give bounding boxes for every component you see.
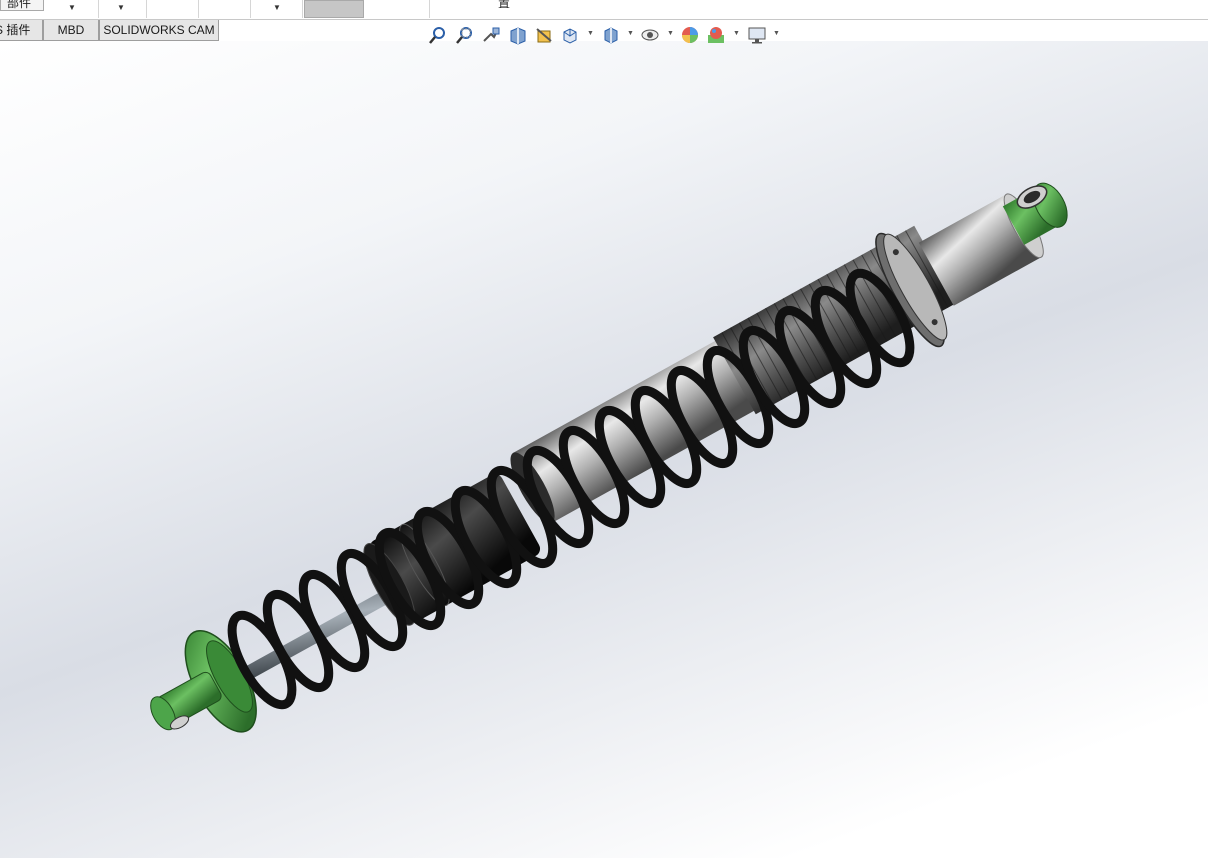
ribbon-dropdown-3[interactable]: ▼: [251, 0, 303, 18]
ribbon-active-button[interactable]: [304, 0, 364, 18]
dynamic-annotation-views-icon[interactable]: [534, 25, 554, 45]
chevron-down-icon[interactable]: ▼: [587, 30, 594, 37]
lower-mount: [150, 629, 257, 733]
ribbon-cell-6[interactable]: [364, 0, 430, 18]
ribbon-cell-4[interactable]: [199, 0, 251, 18]
graphics-area[interactable]: [0, 41, 1208, 858]
display-style-icon[interactable]: [601, 25, 621, 45]
ribbon-dropdown-2[interactable]: ▼: [99, 0, 147, 18]
hide-show-items-icon[interactable]: [640, 25, 660, 45]
ribbon-cell-3[interactable]: [147, 0, 199, 18]
chevron-down-icon: ▼: [68, 3, 76, 12]
shock-absorber-model: [150, 182, 1068, 733]
tab-mbd[interactable]: MBD: [43, 20, 99, 41]
tab-solidworks-addins[interactable]: S 插件: [0, 20, 43, 41]
chevron-down-icon[interactable]: ▼: [773, 30, 780, 37]
zoom-to-fit-icon[interactable]: [428, 25, 448, 45]
chevron-down-icon[interactable]: ▼: [733, 30, 740, 37]
chevron-down-icon[interactable]: ▼: [627, 30, 634, 37]
ribbon-dropdown-1[interactable]: ▼: [44, 0, 99, 18]
edit-appearance-icon[interactable]: [680, 25, 700, 45]
tab-solidworks-cam[interactable]: SOLIDWORKS CAM: [99, 20, 219, 41]
chevron-down-icon: ▼: [273, 3, 281, 12]
chevron-down-icon[interactable]: ▼: [667, 30, 674, 37]
view-settings-icon[interactable]: [747, 25, 767, 45]
ribbon-component-label[interactable]: 部件: [0, 0, 44, 11]
ribbon-partial-label: 置: [498, 0, 511, 10]
chevron-down-icon: ▼: [117, 3, 125, 12]
previous-view-icon[interactable]: [481, 25, 501, 45]
ribbon-strip: 部件 ▼ ▼ ▼ 置: [0, 0, 1208, 20]
apply-scene-icon[interactable]: [706, 25, 726, 45]
view-orientation-icon[interactable]: [560, 25, 580, 45]
section-view-icon[interactable]: [508, 25, 528, 45]
zoom-to-area-icon[interactable]: [455, 25, 475, 45]
